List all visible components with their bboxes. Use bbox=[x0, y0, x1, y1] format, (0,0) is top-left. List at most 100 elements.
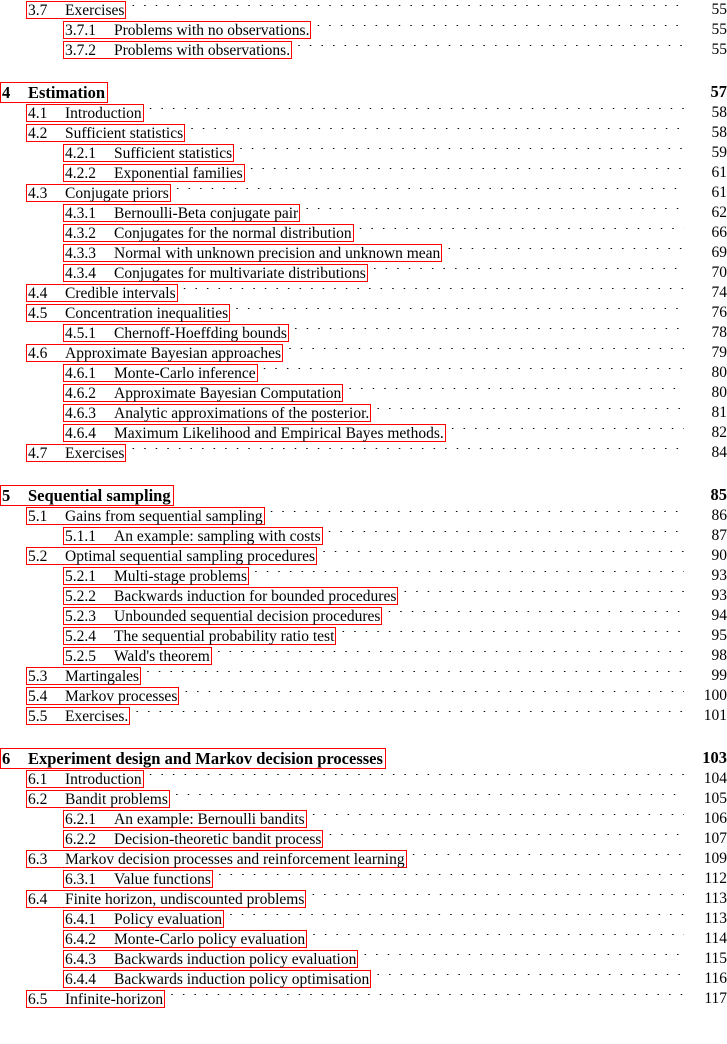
toc-entry-link-box[interactable]: 4 Estimation bbox=[0, 82, 109, 103]
toc-entry-section[interactable]: 6.4 Finite horizon, undiscounted problems… bbox=[0, 889, 727, 909]
toc-entry-link-box[interactable]: 5.5 Exercises. bbox=[26, 707, 131, 725]
toc-entry-section[interactable]: 5.5 Exercises............................… bbox=[0, 706, 727, 726]
toc-entry-link-box[interactable]: 6.4 Finite horizon, undiscounted problems bbox=[26, 890, 307, 908]
toc-entry-subsection[interactable]: 5.1.1 An example: sampling with costs....… bbox=[0, 526, 727, 546]
toc-entry-link-box[interactable]: 3.7.2 Problems with observations. bbox=[63, 41, 293, 59]
toc-entry-section[interactable]: 4.4 Credible intervals...................… bbox=[0, 283, 727, 303]
toc-entry-link-box[interactable]: 5.2.5 Wald's theorem bbox=[63, 647, 212, 665]
toc-entry-link-box[interactable]: 4.6 Approximate Bayesian approaches bbox=[26, 344, 284, 362]
toc-entry-link-box[interactable]: 5.2.3 Unbounded sequential decision proce… bbox=[63, 607, 383, 625]
toc-entry-number: 5.1.1 bbox=[65, 528, 96, 545]
toc-entry-section[interactable]: 6.1 Introduction.........................… bbox=[0, 769, 727, 789]
toc-entry-title: Problems with observations. bbox=[114, 42, 291, 59]
toc-entry-link-box[interactable]: 4.6.2 Approximate Bayesian Computation bbox=[63, 384, 344, 402]
toc-entry-link-box[interactable]: 5.2.4 The sequential probability ratio te… bbox=[63, 627, 337, 645]
toc-entry-link-box[interactable]: 4.1 Introduction bbox=[26, 104, 144, 122]
toc-entry-subsection[interactable]: 5.2.5 Wald's theorem.....................… bbox=[0, 646, 727, 666]
toc-entry-subsection[interactable]: 4.3.4 Conjugates for multivariate distrib… bbox=[0, 263, 727, 283]
toc-entry-section[interactable]: 4.5 Concentration inequalities...........… bbox=[0, 303, 727, 323]
toc-entry-section[interactable]: 3.7 Exercises............................… bbox=[0, 0, 727, 20]
toc-entry-link-box[interactable]: 4.7 Exercises bbox=[26, 444, 127, 462]
toc-entry-link-box[interactable]: 6.2.1 An example: Bernoulli bandits bbox=[63, 810, 307, 828]
toc-entry-link-box[interactable]: 4.3 Conjugate priors bbox=[26, 184, 171, 202]
toc-entry-subsection[interactable]: 6.4.2 Monte-Carlo policy evaluation......… bbox=[0, 929, 727, 949]
toc-entry-link-box[interactable]: 4.4 Credible intervals bbox=[26, 284, 178, 302]
toc-entry-link-box[interactable]: 5 Sequential sampling bbox=[0, 485, 174, 506]
toc-entry-link-box[interactable]: 4.3.4 Conjugates for multivariate distrib… bbox=[63, 264, 368, 282]
toc-entry-link-box[interactable]: 6.2.2 Decision-theoretic bandit process bbox=[63, 830, 324, 848]
toc-entry-link-box[interactable]: 6.3.1 Value functions bbox=[63, 870, 213, 888]
toc-entry-section[interactable]: 4.6 Approximate Bayesian approaches......… bbox=[0, 343, 727, 363]
toc-entry-section[interactable]: 6.5 Infinite-horizon.....................… bbox=[0, 989, 727, 1009]
toc-entry-link-box[interactable]: 6.4.2 Monte-Carlo policy evaluation bbox=[63, 930, 308, 948]
toc-entry-link-box[interactable]: 4.2 Sufficient statistics bbox=[26, 124, 186, 142]
toc-entry-section[interactable]: 4.1 Introduction.........................… bbox=[0, 103, 727, 123]
toc-entry-title: Backwards induction policy evaluation bbox=[114, 951, 357, 968]
toc-entry-page-number: 93 bbox=[711, 567, 727, 584]
toc-entry-subsection[interactable]: 6.4.4 Backwards induction policy optimisa… bbox=[0, 969, 727, 989]
toc-entry-link-box[interactable]: 4.5.1 Chernoff-Hoeffding bounds bbox=[63, 324, 289, 342]
toc-entry-subsection[interactable]: 3.7.2 Problems with observations.........… bbox=[0, 40, 727, 60]
toc-entry-chapter[interactable]: 6 Experiment design and Markov decision p… bbox=[0, 747, 727, 769]
toc-entry-subsection[interactable]: 6.4.3 Backwards induction policy evaluati… bbox=[0, 949, 727, 969]
toc-entry-link-box[interactable]: 4.6.4 Maximum Likelihood and Empirical Ba… bbox=[63, 424, 446, 442]
toc-entry-link-box[interactable]: 3.7 Exercises bbox=[26, 1, 127, 19]
toc-entry-subsection[interactable]: 3.7.1 Problems with no observations......… bbox=[0, 20, 727, 40]
toc-entry-subsection[interactable]: 4.3.3 Normal with unknown precision and u… bbox=[0, 243, 727, 263]
toc-entry-subsection[interactable]: 4.6.3 Analytic approximations of the post… bbox=[0, 403, 727, 423]
toc-entry-link-box[interactable]: 4.5 Concentration inequalities bbox=[26, 304, 231, 322]
toc-entry-subsection[interactable]: 4.2.1 Sufficient statistics..............… bbox=[0, 143, 727, 163]
toc-entry-link-box[interactable]: 6.4.1 Policy evaluation bbox=[63, 910, 225, 928]
toc-entry-subsection[interactable]: 4.2.2 Exponential families...............… bbox=[0, 163, 727, 183]
toc-entry-link-box[interactable]: 5.2 Optimal sequential sampling procedure… bbox=[26, 547, 318, 565]
toc-entry-link-box[interactable]: 6.5 Infinite-horizon bbox=[26, 990, 166, 1008]
toc-entry-section[interactable]: 4.2 Sufficient statistics................… bbox=[0, 123, 727, 143]
toc-entry-link-box[interactable]: 6.3 Markov decision processes and reinfor… bbox=[26, 850, 407, 868]
toc-entry-link-box[interactable]: 6.2 Bandit problems bbox=[26, 790, 170, 808]
toc-entry-subsection[interactable]: 4.6.4 Maximum Likelihood and Empirical Ba… bbox=[0, 423, 727, 443]
toc-entry-section[interactable]: 5.4 Markov processes.....................… bbox=[0, 686, 727, 706]
toc-entry-link-box[interactable]: 5.3 Martingales bbox=[26, 667, 142, 685]
toc-entry-link-box[interactable]: 5.1.1 An example: sampling with costs bbox=[63, 527, 323, 545]
toc-entry-subsection[interactable]: 5.2.3 Unbounded sequential decision proce… bbox=[0, 606, 727, 626]
toc-entry-subsection[interactable]: 5.2.2 Backwards induction for bounded pro… bbox=[0, 586, 727, 606]
toc-entry-chapter[interactable]: 4 Estimation 57 bbox=[0, 81, 727, 103]
toc-entry-link-box[interactable]: 3.7.1 Problems with no observations. bbox=[63, 21, 312, 39]
toc-entry-link-box[interactable]: 4.3.3 Normal with unknown precision and u… bbox=[63, 244, 443, 262]
toc-entry-subsection[interactable]: 5.2.4 The sequential probability ratio te… bbox=[0, 626, 727, 646]
toc-entry-link-box[interactable]: 5.1 Gains from sequential sampling bbox=[26, 507, 265, 525]
toc-entry-chapter[interactable]: 5 Sequential sampling 85 bbox=[0, 484, 727, 506]
toc-entry-link-box[interactable]: 4.2.2 Exponential families bbox=[63, 164, 245, 182]
toc-entry-subsection[interactable]: 6.3.1 Value functions....................… bbox=[0, 869, 727, 889]
toc-entry-link-box[interactable]: 5.2.2 Backwards induction for bounded pro… bbox=[63, 587, 399, 605]
toc-entry-link-box[interactable]: 6 Experiment design and Markov decision p… bbox=[0, 748, 386, 769]
toc-entry-subsection[interactable]: 6.2.2 Decision-theoretic bandit process..… bbox=[0, 829, 727, 849]
toc-entry-number: 5.1 bbox=[28, 508, 48, 525]
toc-entry-link-box[interactable]: 5.2.1 Multi-stage problems bbox=[63, 567, 250, 585]
toc-entry-section[interactable]: 6.3 Markov decision processes and reinfor… bbox=[0, 849, 727, 869]
toc-entry-link-box[interactable]: 4.3.1 Bernoulli-Beta conjugate pair bbox=[63, 204, 301, 222]
toc-entry-link-box[interactable]: 4.3.2 Conjugates for the normal distribut… bbox=[63, 224, 354, 242]
toc-entry-link-box[interactable]: 4.2.1 Sufficient statistics bbox=[63, 144, 235, 162]
toc-entry-link-box[interactable]: 6.4.4 Backwards induction policy optimisa… bbox=[63, 970, 372, 988]
toc-entry-subsection[interactable]: 4.5.1 Chernoff-Hoeffding bounds..........… bbox=[0, 323, 727, 343]
toc-entry-section[interactable]: 5.3 Martingales..........................… bbox=[0, 666, 727, 686]
toc-entry-section[interactable]: 4.7 Exercises............................… bbox=[0, 443, 727, 463]
toc-entry-section[interactable]: 5.1 Gains from sequential sampling.......… bbox=[0, 506, 727, 526]
toc-entry-link-box[interactable]: 5.4 Markov processes bbox=[26, 687, 180, 705]
toc-entry-link-box[interactable]: 4.6.1 Monte-Carlo inference bbox=[63, 364, 258, 382]
toc-entry-link-box[interactable]: 6.4.3 Backwards induction policy evaluati… bbox=[63, 950, 359, 968]
toc-entry-subsection[interactable]: 4.3.1 Bernoulli-Beta conjugate pair......… bbox=[0, 203, 727, 223]
toc-entry-subsection[interactable]: 4.6.2 Approximate Bayesian Computation...… bbox=[0, 383, 727, 403]
toc-entry-section[interactable]: 6.2 Bandit problems......................… bbox=[0, 789, 727, 809]
toc-entry-section[interactable]: 4.3 Conjugate priors.....................… bbox=[0, 183, 727, 203]
toc-entry-subsection[interactable]: 4.6.1 Monte-Carlo inference..............… bbox=[0, 363, 727, 383]
toc-entry-link-box[interactable]: 6.1 Introduction bbox=[26, 770, 144, 788]
toc-entry-section[interactable]: 5.2 Optimal sequential sampling procedure… bbox=[0, 546, 727, 566]
dot-leader: ........................................… bbox=[176, 188, 684, 194]
toc-entry-subsection[interactable]: 5.2.1 Multi-stage problems...............… bbox=[0, 566, 727, 586]
toc-entry-subsection[interactable]: 6.4.1 Policy evaluation..................… bbox=[0, 909, 727, 929]
toc-entry-link-box[interactable]: 4.6.3 Analytic approximations of the post… bbox=[63, 404, 372, 422]
toc-entry-subsection[interactable]: 4.3.2 Conjugates for the normal distribut… bbox=[0, 223, 727, 243]
toc-entry-subsection[interactable]: 6.2.1 An example: Bernoulli bandits......… bbox=[0, 809, 727, 829]
